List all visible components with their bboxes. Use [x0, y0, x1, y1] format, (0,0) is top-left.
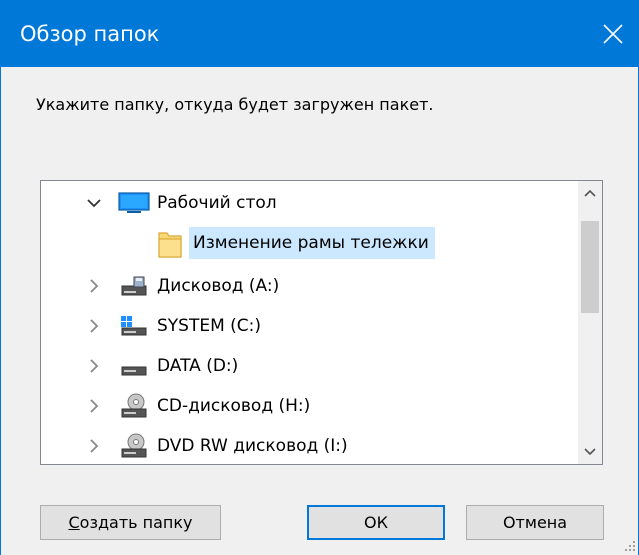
windows-drive-icon — [120, 315, 148, 342]
cancel-label: Отмена — [502, 513, 568, 532]
tree-item-drive-i[interactable]: DVD RW дисковод (I:) — [41, 426, 571, 464]
close-button[interactable] — [587, 0, 639, 67]
tree-item-drive-d[interactable]: DATA (D:) — [41, 346, 571, 386]
window-border-left — [0, 67, 1, 555]
vertical-scrollbar[interactable] — [578, 181, 602, 464]
tree-item-label: Дисковод (A:) — [157, 276, 280, 296]
chevron-right-icon[interactable] — [85, 437, 103, 455]
chevron-right-icon[interactable] — [85, 317, 103, 335]
hard-drive-icon — [120, 355, 148, 382]
scroll-down-button[interactable] — [578, 438, 602, 464]
chevron-up-icon — [584, 189, 596, 197]
tree-item-folder[interactable]: Изменение рамы тележки — [41, 223, 571, 263]
folder-icon — [157, 229, 183, 264]
tree-item-label: CD-дисковод (H:) — [157, 396, 311, 416]
tree-item-label: Рабочий стол — [157, 193, 277, 213]
chevron-down-icon — [584, 448, 596, 456]
chevron-right-icon[interactable] — [85, 357, 103, 375]
resize-grip-icon[interactable] — [622, 538, 636, 552]
tree-item-label: Изменение рамы тележки — [189, 227, 435, 259]
scroll-thumb[interactable] — [581, 221, 599, 313]
folder-tree[interactable]: Рабочий стол Изменение рамы тележки Диск… — [40, 180, 603, 465]
new-folder-label: Создать папку — [68, 513, 193, 532]
title-bar: Обзор папок — [0, 0, 639, 67]
new-folder-button[interactable]: Создать папку — [40, 505, 221, 540]
prompt-text: Укажите папку, откуда будет загружен пак… — [36, 95, 434, 114]
tree-item-drive-c[interactable]: SYSTEM (C:) — [41, 306, 571, 346]
desktop-icon — [118, 192, 150, 219]
cancel-button[interactable]: Отмена — [466, 505, 604, 540]
chevron-right-icon[interactable] — [85, 397, 103, 415]
cd-drive-icon — [120, 393, 148, 424]
tree-item-drive-h[interactable]: CD-дисковод (H:) — [41, 386, 571, 426]
tree-item-label: DATA (D:) — [157, 356, 239, 376]
tree-item-label: SYSTEM (C:) — [157, 316, 262, 336]
chevron-right-icon[interactable] — [85, 277, 103, 295]
ok-label: ОК — [364, 513, 388, 532]
chevron-down-icon[interactable] — [85, 194, 103, 212]
tree-item-desktop[interactable]: Рабочий стол — [41, 183, 571, 223]
scroll-up-button[interactable] — [578, 181, 602, 207]
tree-item-drive-a[interactable]: Дисковод (A:) — [41, 266, 571, 306]
window-title: Обзор папок — [20, 22, 160, 46]
dvd-drive-icon — [120, 433, 148, 464]
floppy-drive-icon — [120, 276, 148, 303]
tree-item-label: DVD RW дисковод (I:) — [157, 436, 348, 456]
close-icon — [603, 23, 623, 44]
ok-button[interactable]: ОК — [307, 505, 445, 540]
